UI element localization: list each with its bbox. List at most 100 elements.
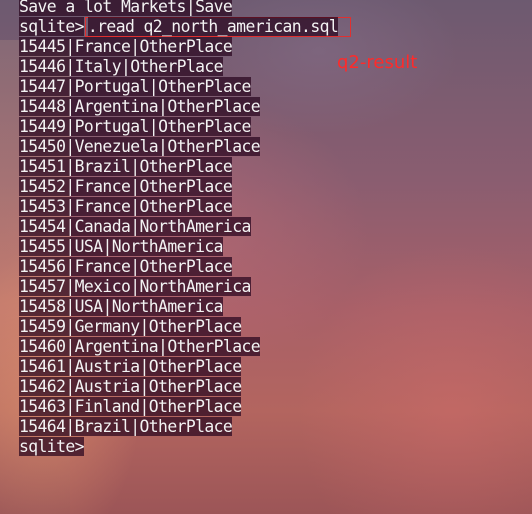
- row-region: OtherPlace: [167, 337, 261, 356]
- result-rows: 15445|France|OtherPlace 15446|Italy|Other…: [19, 37, 351, 437]
- column-separator: |: [65, 297, 75, 316]
- row-region: OtherPlace: [139, 257, 233, 276]
- row-id: 15456: [19, 257, 66, 276]
- row-id: 15450: [19, 137, 66, 156]
- result-row: 15449|Portugal|OtherPlace: [19, 117, 351, 137]
- column-separator: |: [130, 157, 140, 176]
- row-country: Canada: [74, 217, 131, 236]
- row-region: OtherPlace: [130, 57, 223, 76]
- result-row-text: 15453|France|OtherPlace: [19, 197, 233, 216]
- row-region: NorthAmerica: [139, 217, 252, 236]
- column-separator: |: [102, 297, 112, 316]
- row-country: Venezuela: [74, 137, 159, 156]
- column-separator: |: [65, 397, 75, 416]
- row-region: NorthAmerica: [111, 237, 224, 256]
- row-country: Mexico: [74, 277, 131, 296]
- row-id: 15455: [19, 237, 66, 256]
- result-row: 15448|Argentina|OtherPlace: [19, 97, 351, 117]
- result-row-text: 15451|Brazil|OtherPlace: [19, 157, 233, 176]
- row-region: OtherPlace: [139, 177, 233, 196]
- column-separator: |: [65, 157, 75, 176]
- row-country: Argentina: [74, 337, 159, 356]
- prompt: sqlite>: [19, 17, 84, 36]
- column-separator: |: [65, 97, 75, 116]
- row-region: OtherPlace: [148, 357, 242, 376]
- row-region: OtherPlace: [158, 77, 251, 96]
- column-separator: |: [139, 397, 150, 416]
- cropped-previous-line: Save a lot Markets|Save: [19, 0, 351, 17]
- row-region: NorthAmerica: [139, 277, 252, 296]
- row-id: 15464: [19, 417, 66, 436]
- result-row-text: 15461|Austria|OtherPlace: [19, 357, 242, 376]
- column-separator: |: [130, 217, 140, 236]
- column-separator: |: [65, 77, 75, 96]
- result-row-text: 15460|Argentina|OtherPlace: [19, 337, 261, 356]
- row-country: Austria: [74, 377, 140, 396]
- column-separator: |: [158, 337, 168, 356]
- result-row-text: 15458|USA|NorthAmerica: [19, 297, 224, 316]
- row-country: Portugal: [74, 117, 150, 136]
- result-row: 15447|Portugal|OtherPlace: [19, 77, 351, 97]
- row-id: 15446: [19, 57, 66, 76]
- row-country: USA: [74, 237, 103, 256]
- row-region: OtherPlace: [158, 117, 251, 136]
- row-region: OtherPlace: [139, 417, 233, 436]
- result-row-text: 15450|Venezuela|OtherPlace: [19, 137, 261, 156]
- result-row-text: 15452|France|OtherPlace: [19, 177, 233, 196]
- row-country: Argentina: [74, 97, 159, 116]
- result-row-text: 15457|Mexico|NorthAmerica: [19, 277, 251, 296]
- column-separator: |: [65, 317, 75, 336]
- row-country: France: [74, 257, 131, 276]
- final-prompt-line[interactable]: sqlite>: [19, 437, 351, 457]
- console-output[interactable]: Save a lot Markets|Save sqlite> .read q2_…: [19, 0, 352, 457]
- result-row: 15464|Brazil|OtherPlace: [19, 417, 351, 437]
- row-id: 15445: [19, 37, 66, 56]
- column-separator: |: [65, 417, 75, 436]
- row-country: Germany: [74, 317, 140, 336]
- row-id: 15462: [19, 377, 66, 396]
- final-prompt: sqlite>: [19, 437, 84, 456]
- row-id: 15461: [19, 357, 66, 376]
- row-country: Finland: [74, 397, 140, 416]
- command-box: .read q2_north_american.sql: [84, 17, 352, 37]
- result-row-text: 15462|Austria|OtherPlace: [19, 377, 242, 396]
- result-row: 15459|Germany|OtherPlace: [19, 317, 351, 337]
- result-row: 15453|France|OtherPlace: [19, 197, 351, 217]
- column-separator: |: [65, 357, 75, 376]
- row-region: OtherPlace: [167, 97, 261, 116]
- row-region: NorthAmerica: [111, 297, 224, 316]
- row-country: Brazil: [74, 417, 131, 436]
- row-id: 15463: [19, 397, 66, 416]
- result-row: 15454|Canada|NorthAmerica: [19, 217, 351, 237]
- row-id: 15447: [19, 77, 66, 96]
- column-separator: |: [148, 77, 159, 96]
- row-country: France: [74, 197, 131, 216]
- row-id: 15451: [19, 157, 66, 176]
- result-row: 15461|Austria|OtherPlace: [19, 357, 351, 377]
- result-row-text: 15446|Italy|OtherPlace: [19, 57, 224, 76]
- row-country: France: [74, 37, 131, 56]
- result-row: 15456|France|OtherPlace: [19, 257, 351, 277]
- row-region: OtherPlace: [148, 397, 242, 416]
- row-region: OtherPlace: [167, 137, 261, 156]
- column-separator: |: [65, 377, 75, 396]
- result-row: 15457|Mexico|NorthAmerica: [19, 277, 351, 297]
- row-id: 15459: [19, 317, 66, 336]
- row-id: 15457: [19, 277, 66, 296]
- column-separator: |: [65, 217, 75, 236]
- command-line: sqlite> .read q2_north_american.sql: [19, 17, 352, 37]
- column-separator: |: [130, 37, 140, 56]
- column-separator: |: [130, 177, 140, 196]
- command-text: .read q2_north_american.sql: [87, 17, 339, 36]
- previous-output-text: Save a lot Markets|Save: [19, 0, 233, 16]
- column-separator: |: [102, 237, 112, 256]
- column-separator: |: [65, 277, 75, 296]
- terminal-window[interactable]: Save a lot Markets|Save sqlite> .read q2_…: [0, 0, 532, 514]
- column-separator: |: [65, 37, 75, 56]
- result-row-text: 15445|France|OtherPlace: [19, 37, 233, 56]
- result-row-text: 15464|Brazil|OtherPlace: [19, 417, 233, 436]
- row-region: OtherPlace: [148, 377, 242, 396]
- column-separator: |: [139, 357, 150, 376]
- result-row-text: 15449|Portugal|OtherPlace: [19, 117, 251, 136]
- column-separator: |: [120, 57, 131, 76]
